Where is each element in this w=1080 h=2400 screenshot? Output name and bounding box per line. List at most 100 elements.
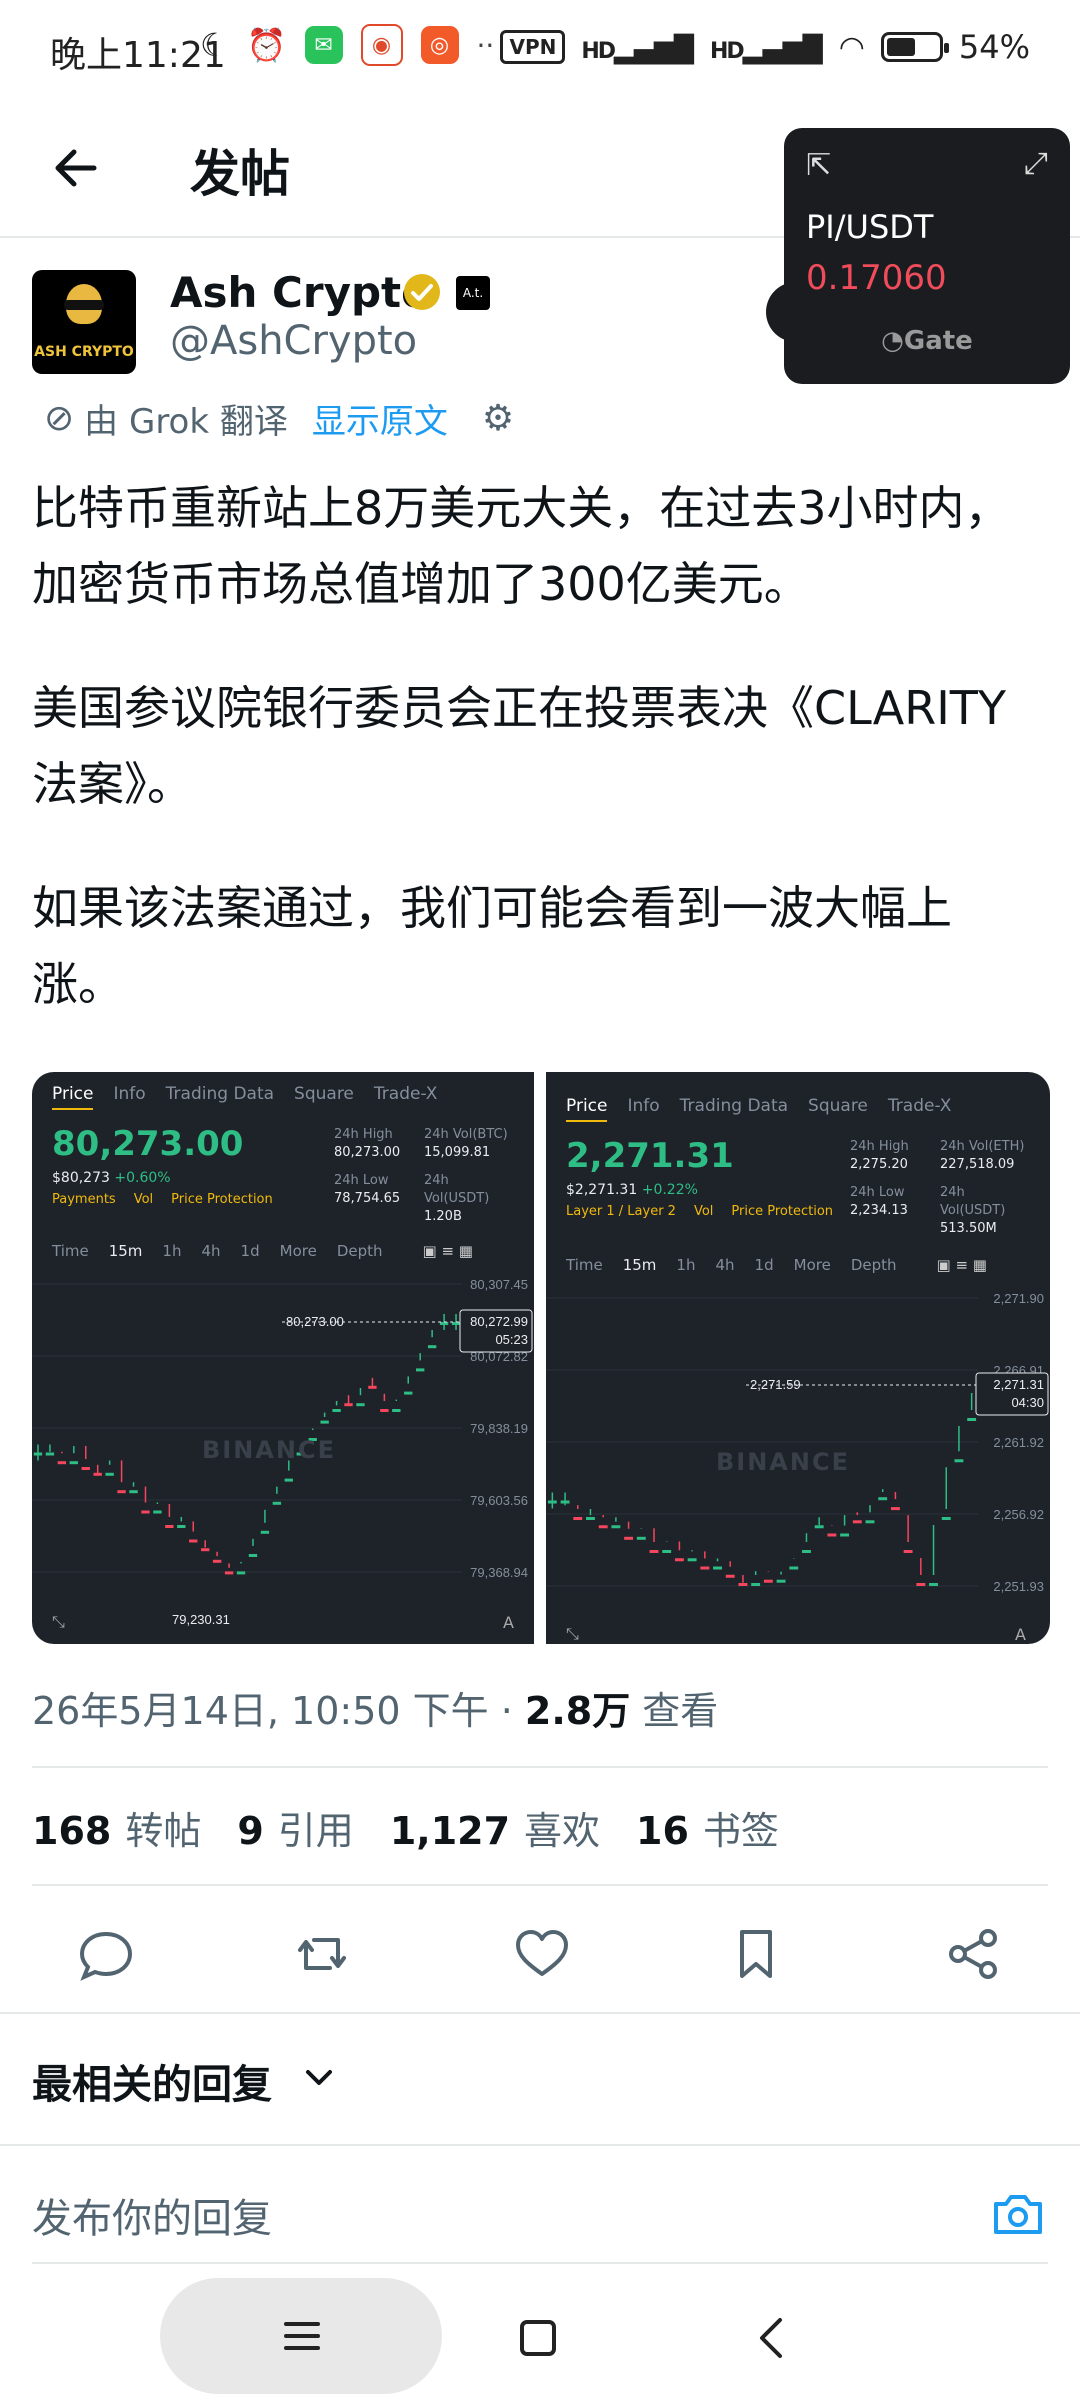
like-heart-icon[interactable] xyxy=(512,1924,572,1984)
candle xyxy=(751,1583,761,1586)
affiliate-badge-icon[interactable]: A.t. xyxy=(456,276,490,310)
status-app-icons: ☾ ⏰ ✉ ◉ ◎ ·· xyxy=(200,24,494,66)
candle xyxy=(416,1368,425,1372)
candle xyxy=(45,1452,55,1456)
price-float-widget[interactable]: ⇱ ⤢ PI/USDT 0.17060 ◔Gate xyxy=(784,128,1070,384)
candle xyxy=(57,1461,67,1465)
binance-watermark: BINANCE xyxy=(716,1448,850,1476)
action-bar xyxy=(0,1910,1080,2000)
camera-icon[interactable] xyxy=(990,2186,1046,2242)
chart-stats: 24h High 2,275.20 24h Vol(ETH) 227,518.09 … xyxy=(850,1139,1025,1236)
candle xyxy=(153,1510,162,1514)
candle xyxy=(738,1583,748,1586)
candle xyxy=(344,1403,353,1407)
moon-icon: ☾ xyxy=(200,26,229,64)
candle xyxy=(392,1409,401,1412)
candle xyxy=(636,1536,646,1540)
reply-sort-dropdown[interactable]: 最相关的回复 xyxy=(32,2052,272,2110)
candle xyxy=(332,1409,341,1412)
wechat-icon: ✉ xyxy=(304,26,343,64)
post-paragraph: 比特币重新站上8万美元大关，在过去3小时内，加密货币市场总值增加了300亿美元。 xyxy=(32,481,1011,611)
chart-image-btc[interactable]: Price Info Trading Data Square Trade-X 80,27… xyxy=(32,1072,534,1644)
candle xyxy=(284,1478,293,1482)
candle xyxy=(117,1490,126,1494)
divider xyxy=(0,2144,1080,2146)
candle xyxy=(560,1500,570,1504)
likes-count[interactable]: 1,127 喜欢 xyxy=(390,1800,600,1855)
candle xyxy=(129,1490,138,1494)
countdown-label: 04:30 xyxy=(1011,1395,1044,1410)
low-label: 79,230.31 xyxy=(172,1612,230,1627)
candle xyxy=(368,1385,377,1389)
reposts-count[interactable]: 168 转帖 xyxy=(32,1800,201,1855)
widget-pair: PI/USDT xyxy=(806,208,934,246)
candle xyxy=(865,1520,875,1524)
share-icon[interactable] xyxy=(944,1924,1004,1984)
signal-icon-1: HD▂▄▆█ xyxy=(581,35,695,65)
bookmark-icon[interactable] xyxy=(726,1924,786,1984)
candle xyxy=(189,1539,198,1543)
candle xyxy=(69,1461,78,1465)
peak-label: 80,273.00 xyxy=(286,1314,344,1329)
y-tick-label: 79,368.94 xyxy=(470,1565,528,1580)
candle xyxy=(624,1536,634,1540)
author-name[interactable]: Ash Crypto xyxy=(170,268,430,317)
candle xyxy=(224,1571,234,1575)
post-text: 比特币重新站上8万美元大关，在过去3小时内，加密货币市场总值增加了300亿美元。… xyxy=(32,470,1042,1070)
expand-corner-icon: ⤡ xyxy=(52,1612,65,1631)
binance-watermark: BINANCE xyxy=(202,1436,336,1464)
candle xyxy=(404,1391,413,1395)
menu-icon[interactable] xyxy=(282,2318,322,2354)
candle xyxy=(840,1533,850,1537)
auto-scale-label: A xyxy=(503,1613,514,1632)
y-tick-label: 2,251.93 xyxy=(993,1579,1044,1594)
avatar[interactable]: ASH CRYPTO xyxy=(32,270,136,374)
author-handle[interactable]: @AshCrypto xyxy=(170,318,417,364)
candle xyxy=(929,1583,938,1586)
chart-image-eth[interactable]: Price Info Trading Data Square Trade-X 2,271… xyxy=(546,1072,1050,1644)
candle xyxy=(852,1520,862,1524)
candle xyxy=(260,1530,270,1534)
candle xyxy=(427,1345,437,1349)
candle xyxy=(916,1583,926,1586)
price-tag: 80,272.99 xyxy=(470,1314,528,1329)
candle xyxy=(201,1548,210,1552)
back-chevron-icon[interactable] xyxy=(756,2316,786,2360)
gate-logo-icon: ◔ xyxy=(881,326,904,356)
back-arrow-icon[interactable] xyxy=(46,138,106,198)
candle xyxy=(141,1510,150,1514)
divider xyxy=(32,1884,1048,1886)
candle xyxy=(547,1500,557,1504)
show-original-link[interactable]: 显示原文 xyxy=(312,394,448,443)
candle xyxy=(105,1472,114,1476)
candle xyxy=(713,1566,722,1570)
candle xyxy=(33,1452,43,1456)
chart-links: Layer 1 / Layer 2 Vol Price Protection xyxy=(566,1204,834,1219)
expand-icon[interactable]: ⤢ xyxy=(1024,146,1048,181)
candle xyxy=(967,1418,977,1421)
price-tag: 2,271.31 xyxy=(993,1377,1044,1392)
minimize-icon[interactable]: ⇱ xyxy=(806,148,831,183)
vpn-badge: VPN xyxy=(500,30,566,64)
chart-sub-price: $2,271.31 +0.22% xyxy=(566,1182,698,1198)
post-timestamp[interactable]: 26年5月14日, 10:50 下午 · 2.8万 查看 xyxy=(32,1680,718,1735)
chart-tabs: Price Info Trading Data Square Trade-X xyxy=(566,1096,951,1122)
home-square-icon[interactable] xyxy=(518,2318,558,2358)
reply-icon[interactable] xyxy=(76,1924,136,1984)
translation-row: ⊘ 由 Grok 翻译 显示原文 ⚙ xyxy=(44,394,514,443)
candle xyxy=(776,1579,786,1583)
chevron-down-icon[interactable] xyxy=(302,2060,336,2094)
verified-gold-icon xyxy=(404,274,440,310)
repost-icon[interactable] xyxy=(292,1924,352,1984)
divider xyxy=(32,1766,1048,1768)
candle xyxy=(890,1507,900,1511)
reply-input[interactable]: 发布你的回复 xyxy=(32,2186,272,2244)
bookmarks-count[interactable]: 16 书签 xyxy=(636,1800,779,1855)
candle xyxy=(878,1497,888,1501)
y-tick-label: 2,271.90 xyxy=(993,1291,1044,1306)
quotes-count[interactable]: 9 引用 xyxy=(237,1800,353,1855)
countdown-label: 05:23 xyxy=(495,1332,528,1347)
battery-percent: 54% xyxy=(958,28,1030,66)
gear-icon[interactable]: ⚙ xyxy=(482,398,514,439)
chart-price: 2,271.31 xyxy=(566,1136,734,1176)
